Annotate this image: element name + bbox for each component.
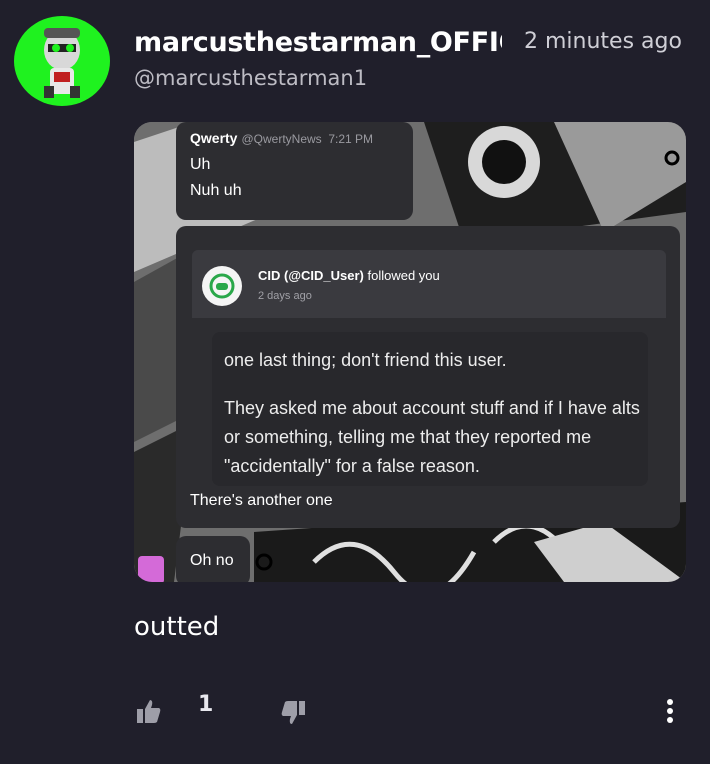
quoted-message: one last thing; don't friend this user. … [212,332,648,486]
post-username[interactable]: marcusthestarman_OFFICIAL [134,27,502,58]
small-avatar-icon [138,556,164,582]
message-author: Qwerty @QwertyNews 7:21 PM [190,130,374,146]
thumbs-up-icon[interactable] [136,698,162,728]
post-actions: 1 [0,690,710,734]
message-line: Nuh uh [190,182,242,199]
notification-text: CID (@CID_User) followed you [258,268,440,283]
user-avatar[interactable] [14,16,110,106]
quoted-paragraph: one last thing; don't friend this user. [224,350,507,370]
post-image[interactable]: Qwerty @QwertyNews 7:21 PM Uh Nuh uh CID … [134,122,686,582]
message-line: Uh [190,156,211,173]
notification-time: 2 days ago [258,290,312,302]
post-timestamp: 2 minutes ago [524,29,682,54]
gamepad-avatar-icon [202,266,242,306]
message-bubble-oh-no: Oh no [176,536,250,582]
message-line: Oh no [190,552,234,569]
quoted-paragraph: They asked me about account stuff and if… [224,398,640,476]
message-bubble-qwerty: Qwerty @QwertyNews 7:21 PM Uh Nuh uh [176,122,413,220]
more-vertical-icon[interactable] [664,698,676,728]
message-line: There's another one [190,492,333,509]
follow-notification: CID (@CID_User) followed you 2 days ago [192,250,666,318]
post-caption: outted [134,612,220,642]
message-bubble-screenshot: CID (@CID_User) followed you 2 days ago … [176,226,680,528]
like-count: 1 [198,692,214,717]
post-handle[interactable]: @marcusthestarman1 [134,66,367,90]
thumbs-down-icon[interactable] [280,700,306,730]
